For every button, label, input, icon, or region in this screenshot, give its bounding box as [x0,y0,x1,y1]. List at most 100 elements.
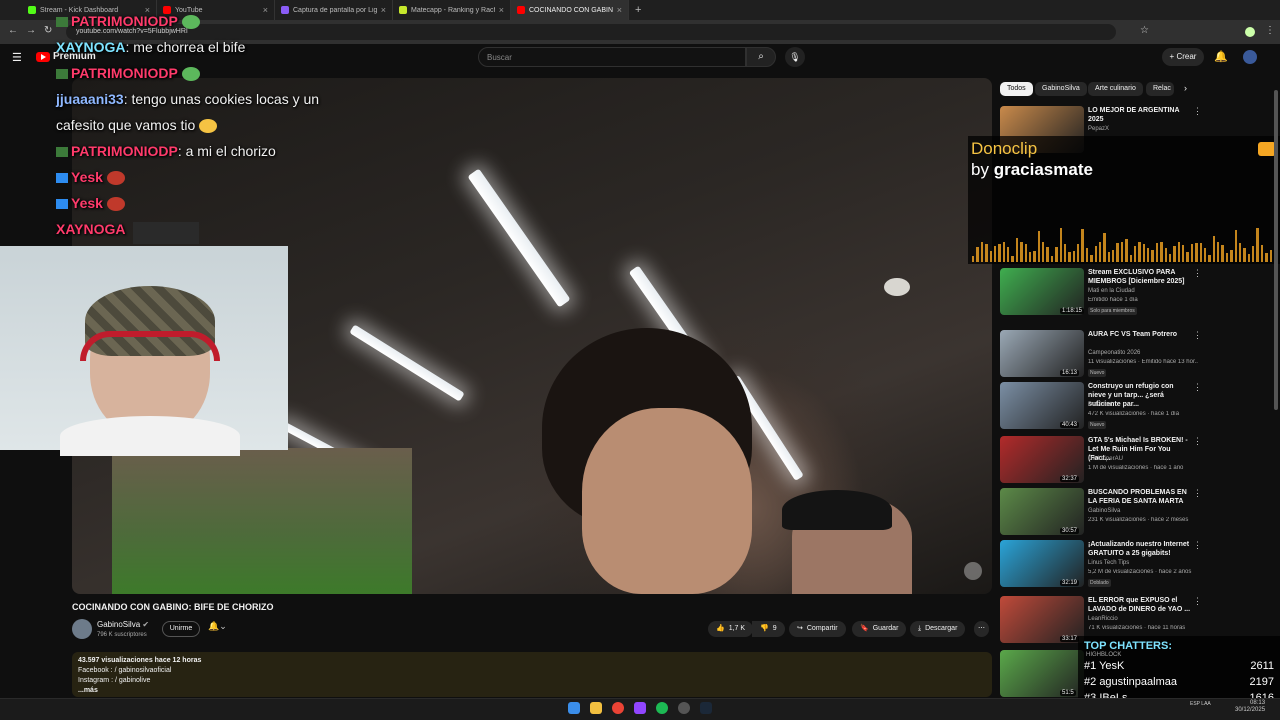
chip-all[interactable]: Todos [1000,82,1033,96]
recommended-channel[interactable]: GabinoSilva [1088,508,1120,514]
chat-message: PATRIMONIODP [56,8,356,34]
chat-message: XAYNOGA: me chorrea el bife [56,39,246,55]
more-options-icon[interactable]: ⋮ [1193,436,1202,447]
waveform-bar [1103,232,1106,262]
recommended-video[interactable]: 40:43 Construyo un refugio con nieve y un… [1000,382,1202,432]
recommended-title[interactable]: LO MEJOR DE ARGENTINA 2025 [1088,106,1192,124]
chip-related[interactable]: Relac [1146,82,1174,96]
recommended-title[interactable]: BUSCANDO PROBLEMAS EN LA FERIA DE SANTA … [1088,488,1192,506]
recommended-video[interactable]: 16:13 AURA FC VS Team Potrero Campeonatito… [1000,330,1202,380]
input-language[interactable]: ESP LAA [1190,701,1211,707]
more-options-icon[interactable]: ⋮ [1193,540,1202,551]
account-avatar[interactable] [1243,50,1257,64]
like-button[interactable]: 👍 1,7 K [708,621,754,637]
download-button[interactable]: ⤓ Descargar [910,621,966,637]
recommended-channel[interactable]: PepazX [1088,126,1109,132]
chevron-right-icon[interactable]: › [1184,83,1187,93]
recommended-channel[interactable]: Linus Tech Tips [1088,560,1129,566]
recommended-video[interactable]: 32:19 ¡Actualizando nuestro Internet GRAT… [1000,540,1202,590]
subscription-bell-button[interactable]: 🔔⌄ [208,621,238,637]
close-tab-icon[interactable]: × [499,5,504,15]
recommended-title[interactable]: ¡Actualizando nuestro Internet GRATUITO … [1088,540,1192,558]
chip-culinary[interactable]: Arte culinario [1088,82,1143,96]
recommended-video[interactable]: 30:57 BUSCANDO PROBLEMAS EN LA FERIA DE S… [1000,488,1202,538]
dislike-button[interactable]: 👎 9 [752,621,785,637]
back-icon[interactable]: ← [8,25,18,36]
reload-icon[interactable]: ↻ [44,25,52,36]
more-options-icon[interactable]: ⋮ [1193,268,1202,279]
forward-icon[interactable]: → [26,25,36,36]
close-tab-icon[interactable]: × [381,5,386,15]
waveform-bar [1055,246,1058,262]
waveform-bar [1050,255,1054,262]
recommended-video[interactable]: 1:18:15 Stream EXCLUSIVO PARA MIEMBROS [D… [1000,268,1202,318]
waveform-bar [1072,250,1075,262]
voice-search-button[interactable]: 🎙 [785,47,805,67]
recommended-meta: 5,2 M de visualizaciones · hace 2 años [1088,569,1192,575]
recommended-channel[interactable]: Mati en la Ciudad [1088,288,1135,294]
recommended-channel[interactable]: DarkViperAU [1088,456,1123,462]
recommended-channel[interactable]: Delvidcat [1088,402,1113,408]
recommended-title[interactable]: AURA FC VS Team Potrero [1088,330,1192,339]
facebook-link-line[interactable]: Facebook : / gabinosilvaoficial [78,666,986,676]
channel-avatar[interactable] [72,619,92,639]
app-icon[interactable] [634,702,646,714]
recommended-title[interactable]: EL ERROR que EXPUSO el LAVADO de DINERO … [1088,596,1192,614]
waveform-bar [1247,254,1250,262]
recommended-video[interactable]: 32:37 GTA 5's Michael Is BROKEN! - Let Me… [1000,436,1202,486]
share-button[interactable]: ↪ Compartir [789,621,846,637]
more-options-icon[interactable]: ⋮ [1193,382,1202,393]
more-options-icon[interactable]: ⋮ [1193,488,1202,499]
system-clock[interactable]: 08:13 30/12/2025 [1235,700,1265,714]
youtube-icon [517,6,525,14]
browser-menu-icon[interactable]: ⋮ [1265,25,1275,36]
obs-icon[interactable] [678,702,690,714]
chip-channel[interactable]: GabinoSilva [1035,82,1087,96]
recommended-channel[interactable]: Campeonatito 2026 [1088,350,1140,356]
waveform-bar [1221,244,1224,262]
bookmark-star-icon[interactable]: ☆ [1140,25,1149,36]
browser-tab[interactable]: Matecapp - Ranking y Racha d× [393,0,511,20]
more-options-icon[interactable]: ⋮ [1193,596,1202,607]
join-button[interactable]: Unirme [162,621,200,637]
video-duration: 16:13 [1060,370,1080,376]
thumbs-up-icon: 👍 [716,625,725,632]
create-button[interactable]: + Crear [1162,48,1204,66]
close-tab-icon[interactable]: × [617,5,622,15]
spotify-icon[interactable] [656,702,668,714]
instagram-link-line[interactable]: Instagram : / gabinolive [78,676,986,686]
more-options-icon[interactable]: ⋮ [1193,106,1202,117]
waveform-bar [1164,247,1167,262]
steam-icon[interactable] [700,702,712,714]
waveform-bar [1042,242,1045,262]
more-options-icon[interactable]: ⋮ [1193,330,1202,341]
save-button[interactable]: 🔖 Guardar [852,621,907,637]
waveform-bar [1007,247,1010,262]
waveform-bar [1234,230,1237,262]
chrome-icon[interactable] [612,702,624,714]
new-tab-button[interactable]: + [629,0,647,20]
hamburger-menu-icon[interactable]: ☰ [12,51,22,64]
video-duration: 32:37 [1060,476,1080,482]
recommended-channel[interactable]: LeanRiccio [1088,616,1118,622]
search-button[interactable]: ⌕ [746,47,776,67]
windows-start-icon[interactable] [568,702,580,714]
recommended-title[interactable]: Stream EXCLUSIVO PARA MIEMBROS [Diciembr… [1088,268,1192,286]
channel-name[interactable]: GabinoSilva ✔ [97,620,149,629]
video-description[interactable]: 43.597 visualizaciones hace 12 horas Fac… [72,652,992,697]
verified-badge-icon [56,199,68,210]
video-title: COCINANDO CON GABINO: BIFE DE CHORIZO [72,602,274,612]
notifications-bell-icon[interactable]: 🔔 [1214,50,1228,63]
search-input[interactable]: Buscar [478,47,746,67]
file-explorer-icon[interactable] [590,702,602,714]
show-more-link[interactable]: ...más [78,686,986,696]
santa-emote-icon [106,171,125,186]
more-actions-button[interactable]: ⋯ [974,621,989,637]
browser-tab-active[interactable]: COCINANDO CON GABINO: BIF× [511,0,629,20]
waveform-bar [1243,248,1246,262]
recommended-badge: Nuevo [1088,369,1107,377]
page-scrollbar[interactable] [1274,90,1278,410]
profile-avatar[interactable] [1245,27,1255,37]
waveform-bar [972,256,975,262]
waveform-bar [1182,244,1185,262]
